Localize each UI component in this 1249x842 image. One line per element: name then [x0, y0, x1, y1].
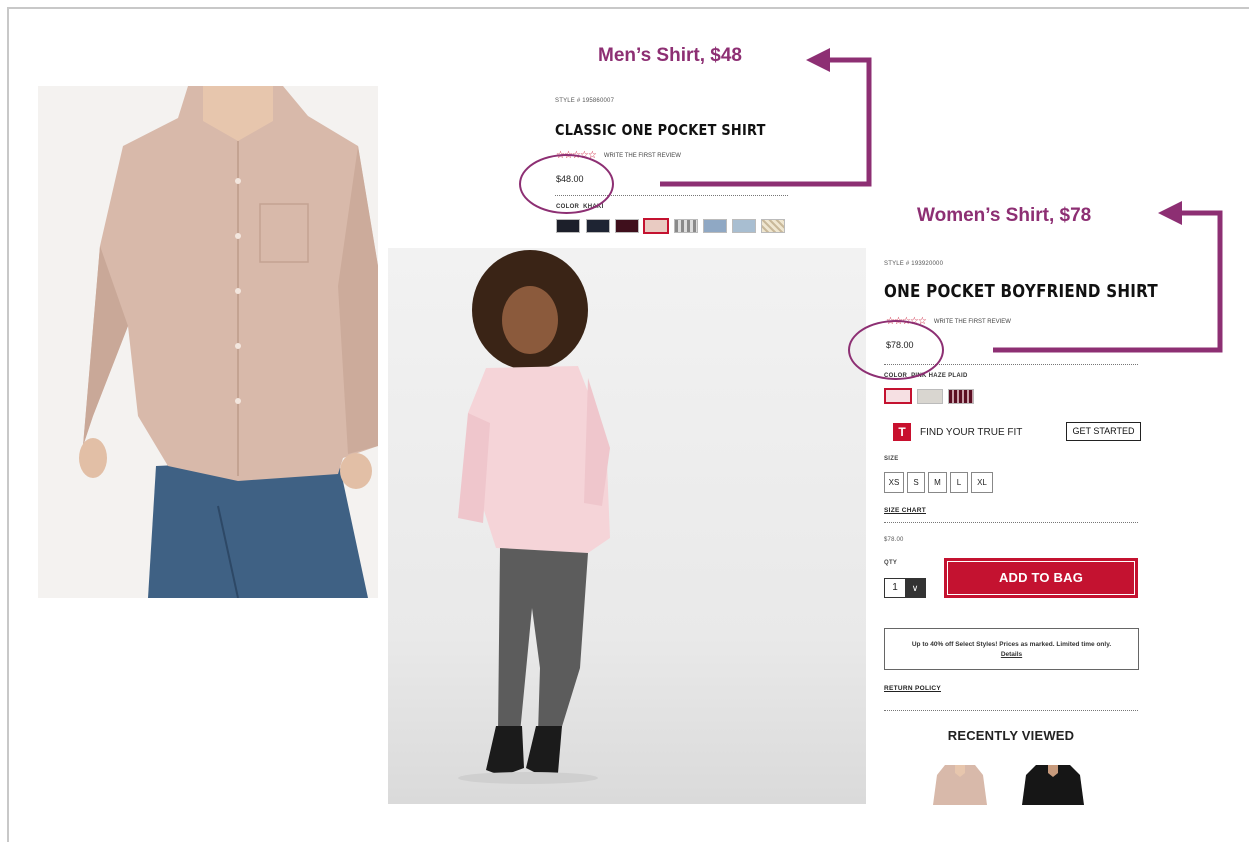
- arrow-head-icon: [806, 48, 830, 72]
- arrow-head-icon: [1158, 201, 1182, 225]
- annotation-arrows: [660, 48, 1223, 353]
